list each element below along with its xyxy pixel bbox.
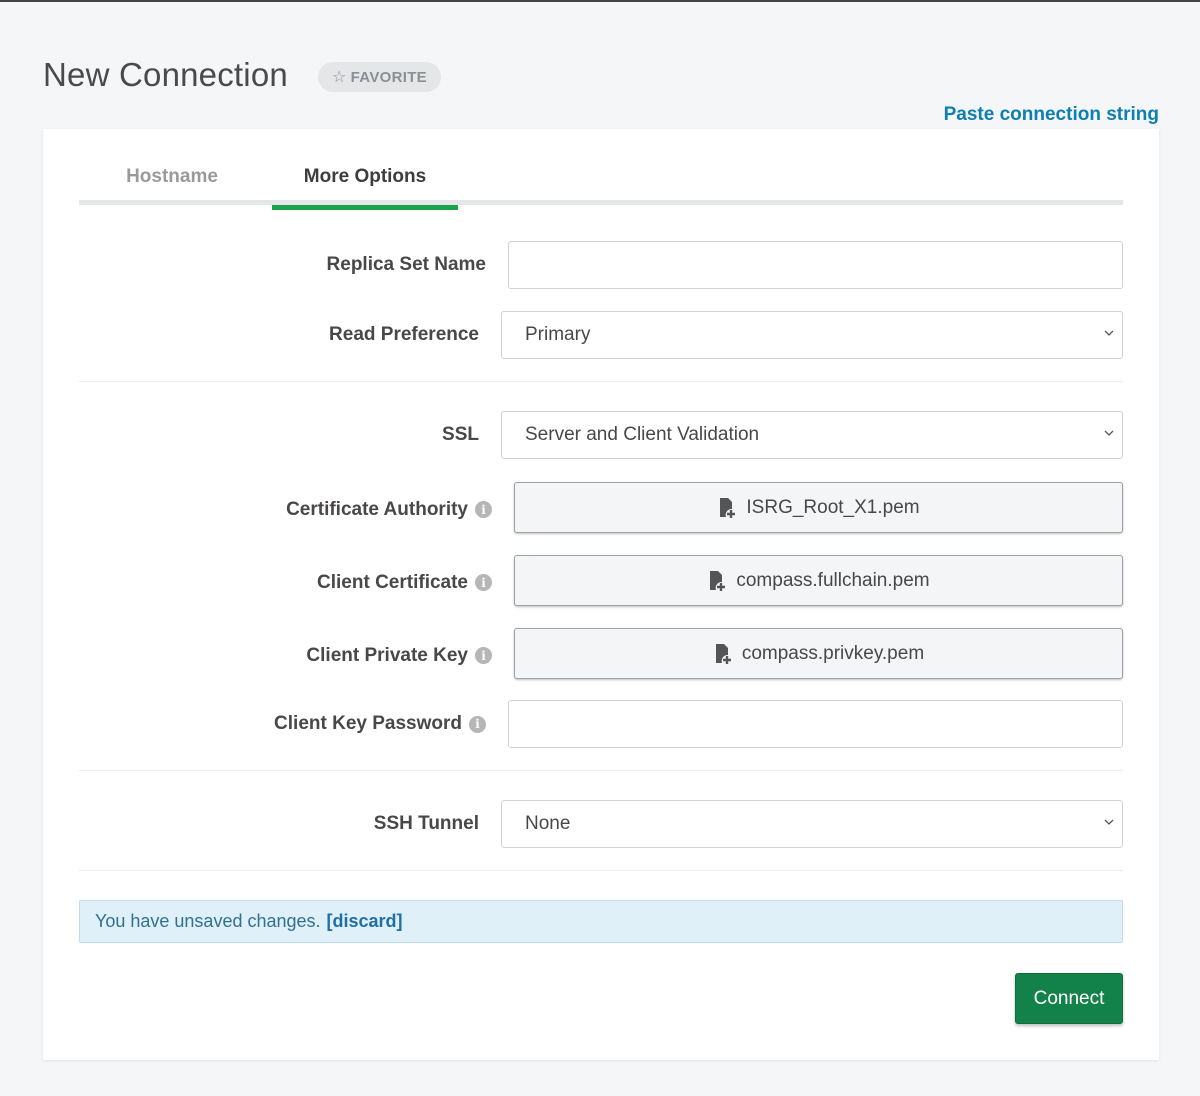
discard-link[interactable]: [discard] [327,911,403,932]
page-title: New Connection [43,56,288,93]
ssh-tunnel-value: None [525,813,571,834]
favorite-button[interactable]: ☆ FAVORITE [318,62,441,92]
tab-hostname[interactable]: Hostname [79,166,265,205]
ssl-label-text: SSL [442,424,479,445]
replica-set-name-label: Replica Set Name [79,241,486,289]
client-private-key-file-button[interactable]: compass.privkey.pem [514,628,1123,679]
ssl-value: Server and Client Validation [525,424,760,445]
ssh-tunnel-label-text: SSH Tunnel [373,813,479,834]
chevron-down-icon [1104,330,1114,336]
ssl-label: SSL [79,411,479,459]
connection-form-card: Hostname More Options Replica Set Name R… [43,129,1159,1060]
ssh-tunnel-select[interactable]: None [501,800,1123,848]
info-icon[interactable]: i [469,715,486,733]
client-key-password-label-text: Client Key Password [274,713,462,734]
read-preference-label-text: Read Preference [329,324,479,345]
client-private-key-filename: compass.privkey.pem [741,642,925,664]
unsaved-changes-alert: You have unsaved changes. [discard] [79,900,1123,943]
section-divider [79,870,1123,871]
certificate-authority-label-text: Certificate Authority [286,498,468,520]
client-key-password-label: Client Key Password i [79,700,486,748]
certificate-authority-filename: ISRG_Root_X1.pem [746,496,920,518]
tab-bar: Hostname More Options [79,129,1123,210]
section-divider [79,381,1123,382]
replica-set-name-label-text: Replica Set Name [326,254,486,275]
client-certificate-filename: compass.fullchain.pem [736,569,930,591]
file-add-icon [715,643,731,664]
info-icon[interactable]: i [475,501,492,518]
read-preference-value: Primary [525,324,591,345]
unsaved-changes-message: You have unsaved changes. [95,911,321,931]
certificate-authority-file-button[interactable]: ISRG_Root_X1.pem [514,482,1123,533]
client-certificate-file-button[interactable]: compass.fullchain.pem [514,555,1123,606]
tab-more-options[interactable]: More Options [272,166,458,210]
client-private-key-label-text: Client Private Key [306,644,468,666]
replica-set-name-input[interactable] [508,241,1123,289]
client-private-key-label: Client Private Key i [79,630,492,681]
connect-button[interactable]: Connect [1015,973,1123,1024]
client-certificate-label: Client Certificate i [79,557,492,608]
read-preference-select[interactable]: Primary [501,311,1123,359]
info-icon[interactable]: i [475,574,492,591]
client-certificate-label-text: Client Certificate [317,571,468,593]
top-border [0,0,1200,2]
client-key-password-input[interactable] [508,700,1123,748]
certificate-authority-label: Certificate Authority i [79,484,492,535]
chevron-down-icon [1104,430,1114,436]
ssh-tunnel-label: SSH Tunnel [79,800,479,848]
paste-connection-string-link[interactable]: Paste connection string [944,104,1159,126]
file-add-icon [720,497,736,518]
ssl-select[interactable]: Server and Client Validation [501,411,1123,459]
chevron-down-icon [1104,819,1114,825]
section-divider [79,770,1123,771]
info-icon[interactable]: i [475,647,492,664]
file-add-icon [710,570,726,591]
star-outline-icon: ☆ [332,69,347,86]
favorite-label: FAVORITE [350,68,427,86]
read-preference-label: Read Preference [79,311,479,359]
